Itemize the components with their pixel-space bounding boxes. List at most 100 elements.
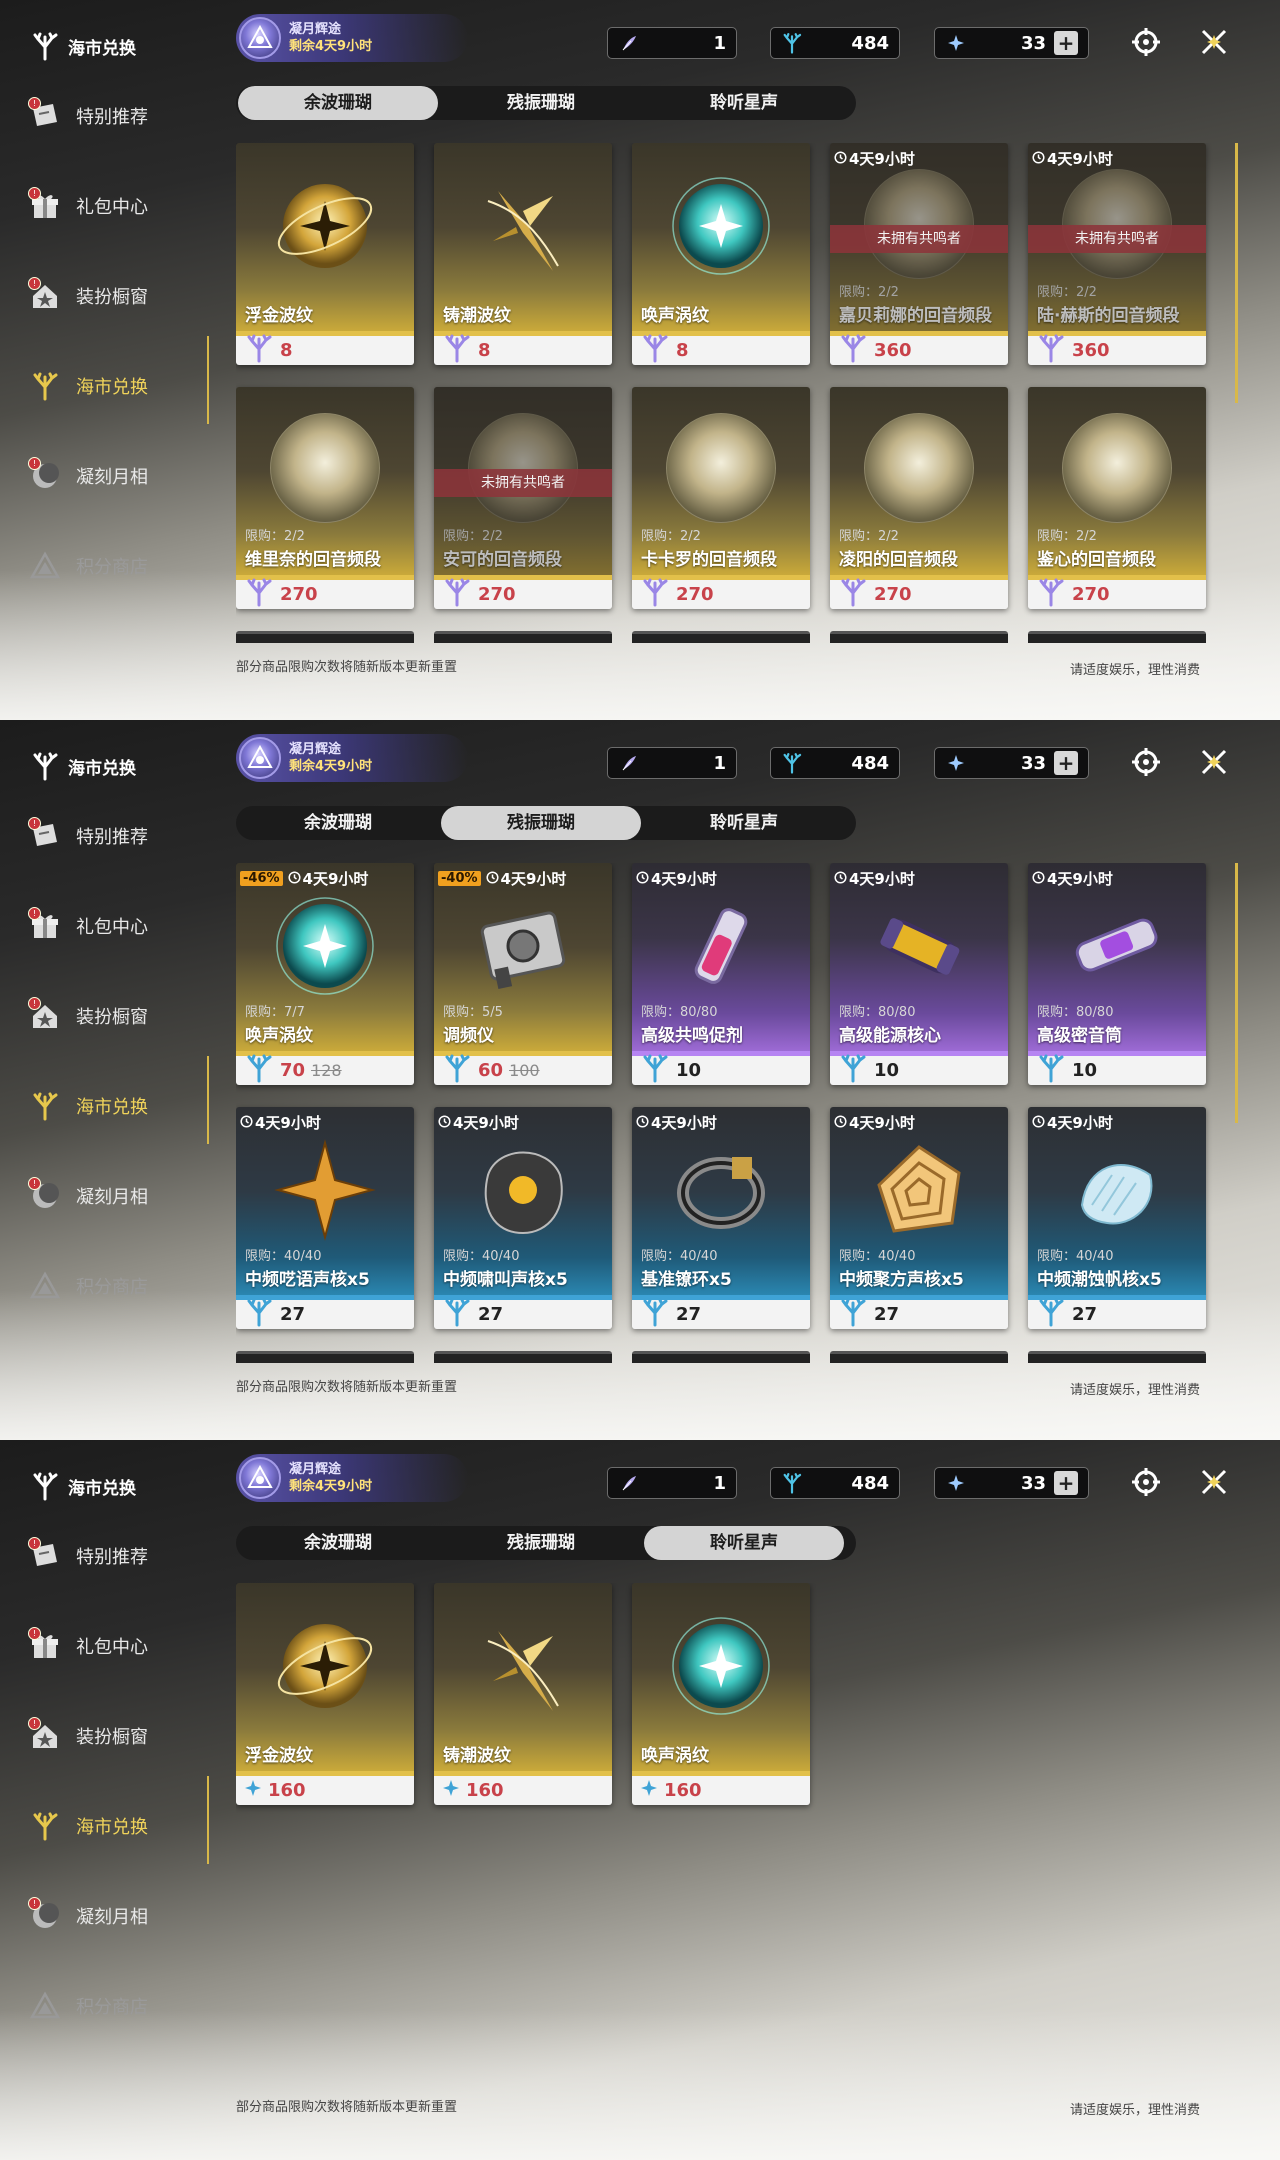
points-shop-icon	[24, 1265, 66, 1307]
tab-oscillated-coral[interactable]: 残振珊瑚	[441, 806, 641, 840]
currency-feather-icon	[618, 1472, 640, 1494]
item-price: 10	[1028, 1051, 1206, 1085]
sidebar-item-points-shop[interactable]: 积分商店	[24, 536, 204, 596]
sidebar-item-points-shop[interactable]: 积分商店	[24, 1256, 204, 1316]
sidebar-item-moon-phase[interactable]: ! 凝刻月相	[24, 1166, 204, 1226]
shop-item-card[interactable]: 唤声涡纹 160	[632, 1583, 810, 1805]
purchase-limit: 限购：2/2	[1037, 529, 1097, 544]
shop-item-card[interactable]: 4天9小时 限购：40/40 中频呓语声核x5 27	[236, 1107, 414, 1329]
coral-icon	[30, 31, 60, 61]
tab-oscillated-coral[interactable]: 残振珊瑚	[441, 1526, 641, 1560]
tab-listen-star-sound[interactable]: 聆听星声	[644, 806, 844, 840]
item-grid: -46% 4天9小时 限购：7/7 唤声涡纹 70 128 -40% 4天9小时 限购：5/5 调…	[236, 863, 1216, 1363]
shop-item-card[interactable]: 限购：2/2 卡卡罗的回音频段 270	[632, 387, 810, 609]
sidebar-item-moon-phase[interactable]: ! 凝刻月相	[24, 446, 204, 506]
sidebar-item-outfit-showcase[interactable]: ! 装扮橱窗	[24, 266, 204, 326]
item-price: 360	[830, 331, 1008, 365]
item-price: 27	[1028, 1295, 1206, 1329]
shop-item-card[interactable]: 4天9小时 限购：80/80 高级共鸣促剂 10	[632, 863, 810, 1085]
shop-item-card[interactable]: 浮金波纹 160	[236, 1583, 414, 1805]
sidebar-item-gift-pack-center[interactable]: ! 礼包中心	[24, 896, 204, 956]
shop-item-card[interactable]: 唤声涡纹 8	[632, 143, 810, 365]
tab-aftermath-coral[interactable]: 余波珊瑚	[238, 806, 438, 840]
next-row-card-peek	[830, 1351, 1008, 1363]
currency-value: 33	[1020, 752, 1046, 774]
sidebar-item-sea-market-exchange[interactable]: 海市兑换	[24, 356, 204, 416]
item-price: 8	[632, 331, 810, 365]
shop-item-card[interactable]: 4天9小时 限购：40/40 中频聚方声核x5 27	[830, 1107, 1008, 1329]
close-button[interactable]	[1194, 744, 1234, 784]
clock-icon	[1032, 150, 1045, 168]
tab-oscillated-coral[interactable]: 残振珊瑚	[441, 86, 641, 120]
scrollbar[interactable]	[1235, 143, 1238, 403]
tab-aftermath-coral[interactable]: 余波珊瑚	[238, 86, 438, 120]
item-price: 270	[236, 575, 414, 609]
timer-text: 4天9小时	[1047, 870, 1113, 888]
character-portrait	[864, 413, 974, 523]
sidebar-item-gift-pack-center[interactable]: ! 礼包中心	[24, 1616, 204, 1676]
discount-badge: -46%	[240, 871, 283, 886]
price-value: 27	[280, 1304, 306, 1325]
tab-aftermath-coral[interactable]: 余波珊瑚	[238, 1526, 438, 1560]
limited-time: 4天9小时	[240, 1112, 321, 1133]
sidebar-item-special-recommend[interactable]: ! 特别推荐	[24, 1526, 204, 1586]
sidebar-item-outfit-showcase[interactable]: ! 装扮橱窗	[24, 986, 204, 1046]
scrollbar[interactable]	[1235, 863, 1238, 1123]
add-currency-button[interactable]: +	[1054, 751, 1078, 775]
shop-item-card[interactable]: 铸潮波纹 8	[434, 143, 612, 365]
shop-item-card[interactable]: 4天9小时 限购：40/40 中频潮蚀帆核x5 27	[1028, 1107, 1206, 1329]
shop-item-card[interactable]: 4天9小时 限购：40/40 基准镣环x5 27	[632, 1107, 810, 1329]
sidebar-item-points-shop[interactable]: 积分商店	[24, 1976, 204, 2036]
sidebar-item-outfit-showcase[interactable]: ! 装扮橱窗	[24, 1706, 204, 1766]
shop-screenshots: 海市兑换! 特别推荐! 礼包中心! 装扮橱窗 海市兑换! 凝刻月相 积分商店 凝月辉途 剩余4天…	[0, 0, 1280, 2160]
sidebar-item-gift-pack-center[interactable]: ! 礼包中心	[24, 176, 204, 236]
shop-item-card[interactable]: 限购：2/2 维里奈的回音频段 270	[236, 387, 414, 609]
moon-phase-icon: !	[24, 1175, 66, 1217]
outfit-showcase-icon: !	[24, 995, 66, 1037]
shop-item-card[interactable]: 浮金波纹 8	[236, 143, 414, 365]
shop-item-card[interactable]: -40% 4天9小时 限购：5/5 调频仪 60 100	[434, 863, 612, 1085]
event-banner[interactable]: 凝月辉途 剩余4天9小时	[236, 1454, 468, 1502]
shop-item-card[interactable]: 4天9小时 限购：80/80 高级能源核心 10	[830, 863, 1008, 1085]
add-currency-button[interactable]: +	[1054, 31, 1078, 55]
sidebar-title: 海市兑换	[68, 38, 136, 59]
sidebar-item-sea-market-exchange[interactable]: 海市兑换	[24, 1076, 204, 1136]
sidebar-item-special-recommend[interactable]: ! 特别推荐	[24, 86, 204, 146]
shop-item-card[interactable]: 限购：2/2 凌阳的回音频段 270	[830, 387, 1008, 609]
currency-value: 1	[713, 32, 726, 54]
gold-orb-icon	[270, 171, 380, 281]
tab-listen-star-sound[interactable]: 聆听星声	[644, 1526, 844, 1560]
clock-icon	[834, 150, 847, 168]
event-banner[interactable]: 凝月辉途 剩余4天9小时	[236, 734, 468, 782]
target-button[interactable]	[1126, 744, 1166, 784]
shop-item-card[interactable]: 4天9小时 限购：40/40 中频啸叫声核x5 27	[434, 1107, 612, 1329]
coral-currency-icon	[1036, 577, 1066, 609]
price-value: 160	[664, 1780, 702, 1801]
price-value: 27	[478, 1304, 504, 1325]
close-button[interactable]	[1194, 1464, 1234, 1504]
shop-item-card[interactable]: 铸潮波纹 160	[434, 1583, 612, 1805]
shop-item-card[interactable]: -46% 4天9小时 限购：7/7 唤声涡纹 70 128	[236, 863, 414, 1085]
sea-market-exchange-icon	[24, 1085, 66, 1127]
shop-item-card[interactable]: 未拥有共鸣者 限购：2/2 安可的回音频段 270	[434, 387, 612, 609]
event-remaining: 剩余4天9小时	[289, 39, 373, 54]
moderation-notice: 请适度娱乐，理性消费	[1069, 2103, 1200, 2118]
shop-item-card[interactable]: 4天9小时 未拥有共鸣者 限购：2/2 陆·赫斯的回音频段 360	[1028, 143, 1206, 365]
sidebar-item-special-recommend[interactable]: ! 特别推荐	[24, 806, 204, 866]
outfit-showcase-icon: !	[24, 275, 66, 317]
sidebar-item-sea-market-exchange[interactable]: 海市兑换	[24, 1796, 204, 1856]
target-icon	[1131, 1467, 1161, 1501]
tab-listen-star-sound[interactable]: 聆听星声	[644, 86, 844, 120]
gold-blade-icon	[468, 1611, 578, 1721]
event-banner[interactable]: 凝月辉途 剩余4天9小时	[236, 14, 468, 62]
sidebar-item-moon-phase[interactable]: ! 凝刻月相	[24, 1886, 204, 1946]
notification-badge: !	[28, 1537, 41, 1550]
shop-item-card[interactable]: 4天9小时 未拥有共鸣者 限购：2/2 嘉贝莉娜的回音频段 360	[830, 143, 1008, 365]
target-button[interactable]	[1126, 1464, 1166, 1504]
close-button[interactable]	[1194, 24, 1234, 64]
shop-item-card[interactable]: 4天9小时 限购：80/80 高级密音筒 10	[1028, 863, 1206, 1085]
add-currency-button[interactable]: +	[1054, 1471, 1078, 1495]
target-button[interactable]	[1126, 24, 1166, 64]
item-name: 调频仪	[443, 1026, 494, 1046]
shop-item-card[interactable]: 限购：2/2 鉴心的回音频段 270	[1028, 387, 1206, 609]
